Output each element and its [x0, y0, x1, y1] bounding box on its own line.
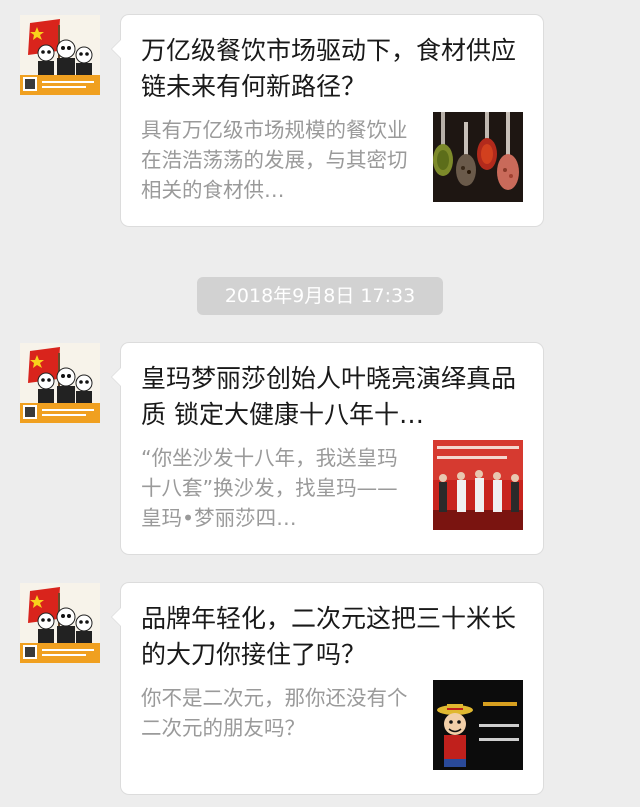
panda-mascot-avatar: [20, 583, 100, 663]
article-description: 你不是二次元，那你还没有个二次元的朋友吗？: [141, 686, 408, 740]
panda-mascot-avatar: [20, 343, 100, 423]
article-card[interactable]: 品牌年轻化，二次元这把三十米长的大刀你接住了吗？ 你不是二次元，那你还没有个二次…: [111, 583, 543, 794]
anime-character-image: [433, 680, 523, 770]
spoons-with-spices-image: [433, 112, 523, 202]
article-title: 品牌年轻化，二次元这把三十米长的大刀你接住了吗？: [141, 604, 517, 669]
article-description: “你坐沙发十八年，我送皇玛十八套”换沙发，找皇玛——皇玛•梦丽莎四…: [141, 446, 398, 530]
stage-event-photo: [433, 440, 523, 530]
article-card[interactable]: 皇玛梦丽莎创始人叶晓亮演绎真品质 锁定大健康十八年十… “你坐沙发十八年，我送皇…: [111, 343, 543, 554]
avatar[interactable]: [20, 15, 100, 95]
article-thumbnail: [433, 680, 523, 770]
article-title: 万亿级餐饮市场驱动下，食材供应链未来有何新路径？: [141, 36, 517, 101]
article-card[interactable]: 万亿级餐饮市场驱动下，食材供应链未来有何新路径？ 具有万亿级市场规模的餐饮业在浩…: [111, 15, 543, 226]
chat-timestamp: 2018年9月8日 17:33: [197, 277, 443, 315]
article-title: 皇玛梦丽莎创始人叶晓亮演绎真品质 锁定大健康十八年十…: [141, 364, 517, 429]
article-thumbnail: [433, 440, 523, 530]
avatar[interactable]: [20, 583, 100, 663]
article-thumbnail: [433, 112, 523, 202]
panda-mascot-avatar: [20, 15, 100, 95]
avatar[interactable]: [20, 343, 100, 423]
article-description: 具有万亿级市场规模的餐饮业在浩浩荡荡的发展，与其密切相关的食材供…: [141, 118, 408, 202]
